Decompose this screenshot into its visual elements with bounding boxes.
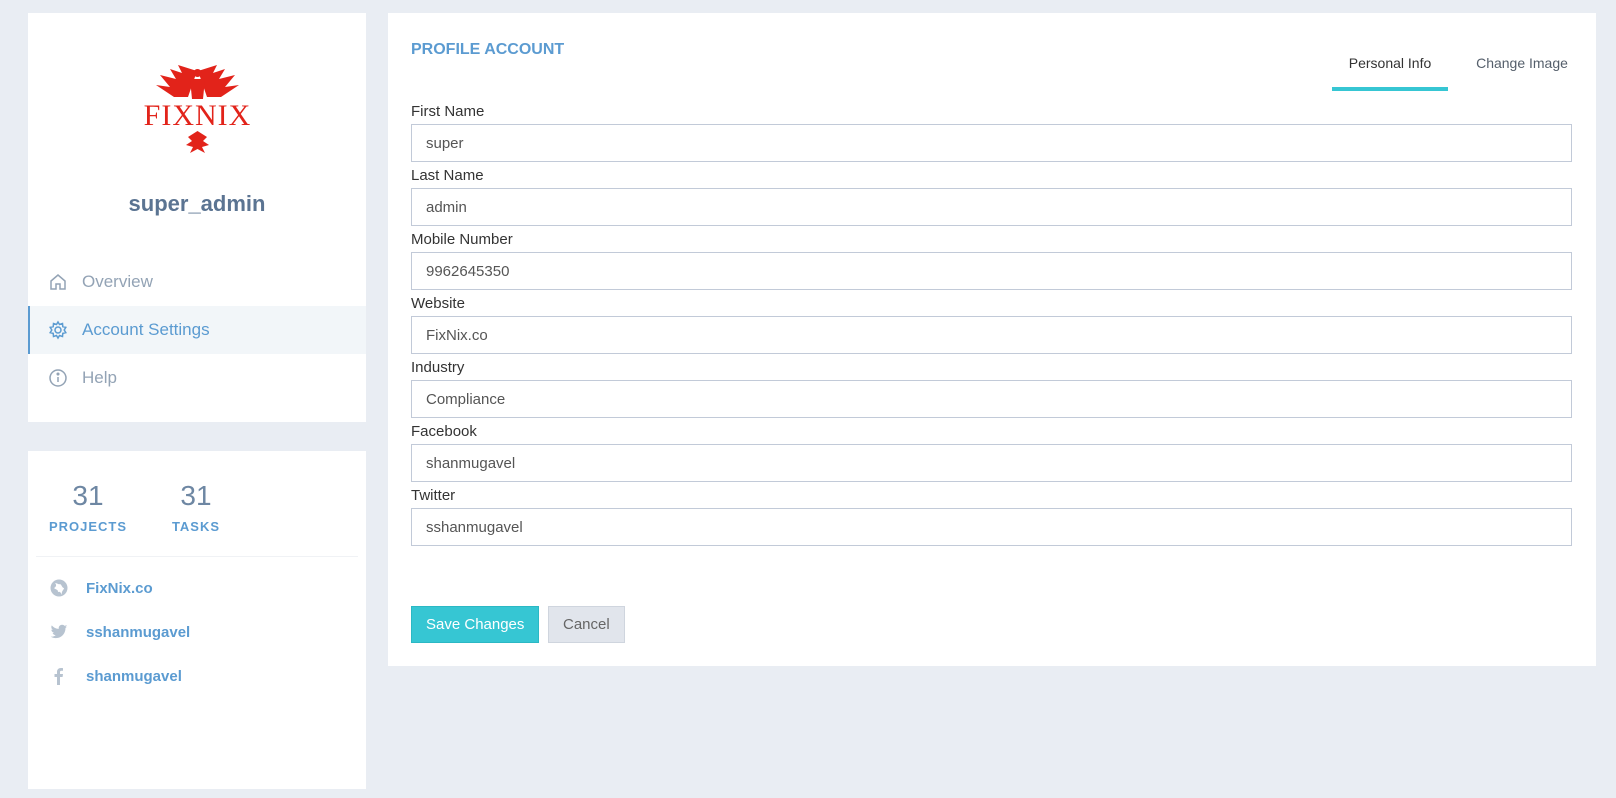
tasks-label: TASKS [171, 519, 221, 534]
sidebar-item-label: Account Settings [82, 320, 210, 339]
sidebar-item-label: Help [82, 368, 117, 387]
globe-icon [50, 579, 68, 597]
tasks-count: 31 [180, 480, 212, 511]
last-name-label: Last Name [411, 167, 484, 184]
sidebar-item-account-settings[interactable]: Account Settings [28, 306, 366, 354]
stat-tasks: 31 TASKS [151, 479, 241, 534]
home-icon [48, 272, 68, 292]
save-changes-button[interactable]: Save Changes [411, 606, 540, 643]
twitter-link-label: sshanmugavel [86, 623, 191, 641]
sidebar-item-overview[interactable]: Overview [28, 258, 366, 306]
twitter-label: Twitter [411, 487, 456, 504]
sidebar-nav: Overview Account Settings Help [28, 258, 366, 402]
mobile-number-field[interactable] [411, 252, 1572, 290]
website-link-label: FixNix.co [86, 579, 153, 597]
facebook-link[interactable]: shanmugavel [50, 664, 182, 688]
profile-card: FIXNIX super_admin Overview Account Sett… [28, 13, 366, 422]
twitter-field[interactable] [411, 508, 1572, 546]
facebook-field[interactable] [411, 444, 1572, 482]
twitter-link[interactable]: sshanmugavel [50, 620, 190, 644]
divider [36, 556, 358, 557]
tab-change-image[interactable]: Change Image [1460, 37, 1584, 91]
personal-info-form: First Name Last Name Mobile Number Websi… [411, 102, 1572, 550]
tab-personal-info[interactable]: Personal Info [1332, 37, 1448, 91]
gear-icon [48, 320, 68, 340]
website-link[interactable]: FixNix.co [50, 576, 153, 600]
twitter-icon [50, 623, 68, 641]
profile-username: super_admin [128, 191, 266, 216]
facebook-icon [50, 667, 68, 685]
profile-form-card: PROFILE ACCOUNT Personal Info Change Ima… [388, 13, 1596, 666]
industry-label: Industry [411, 359, 465, 376]
last-name-field[interactable] [411, 188, 1572, 226]
projects-count: 31 [72, 480, 104, 511]
industry-field[interactable] [411, 380, 1572, 418]
svg-text:FIXNIX: FIXNIX [144, 99, 252, 132]
cancel-button[interactable]: Cancel [548, 606, 625, 643]
website-label: Website [411, 295, 465, 312]
projects-label: PROJECTS [48, 519, 128, 534]
first-name-label: First Name [411, 103, 485, 120]
facebook-label: Facebook [411, 423, 477, 440]
mobile-number-label: Mobile Number [411, 231, 513, 248]
facebook-link-label: shanmugavel [86, 667, 182, 685]
sidebar-item-help[interactable]: Help [28, 354, 366, 402]
stat-projects: 31 PROJECTS [43, 479, 133, 534]
info-icon [48, 368, 68, 388]
website-field[interactable] [411, 316, 1572, 354]
stats-card: 31 PROJECTS 31 TASKS FixNix.co sshanmuga… [28, 451, 366, 789]
page-title: PROFILE ACCOUNT [411, 41, 565, 58]
fixnix-logo: FIXNIX [144, 65, 252, 153]
sidebar-item-label: Overview [82, 272, 153, 291]
first-name-field[interactable] [411, 124, 1572, 162]
